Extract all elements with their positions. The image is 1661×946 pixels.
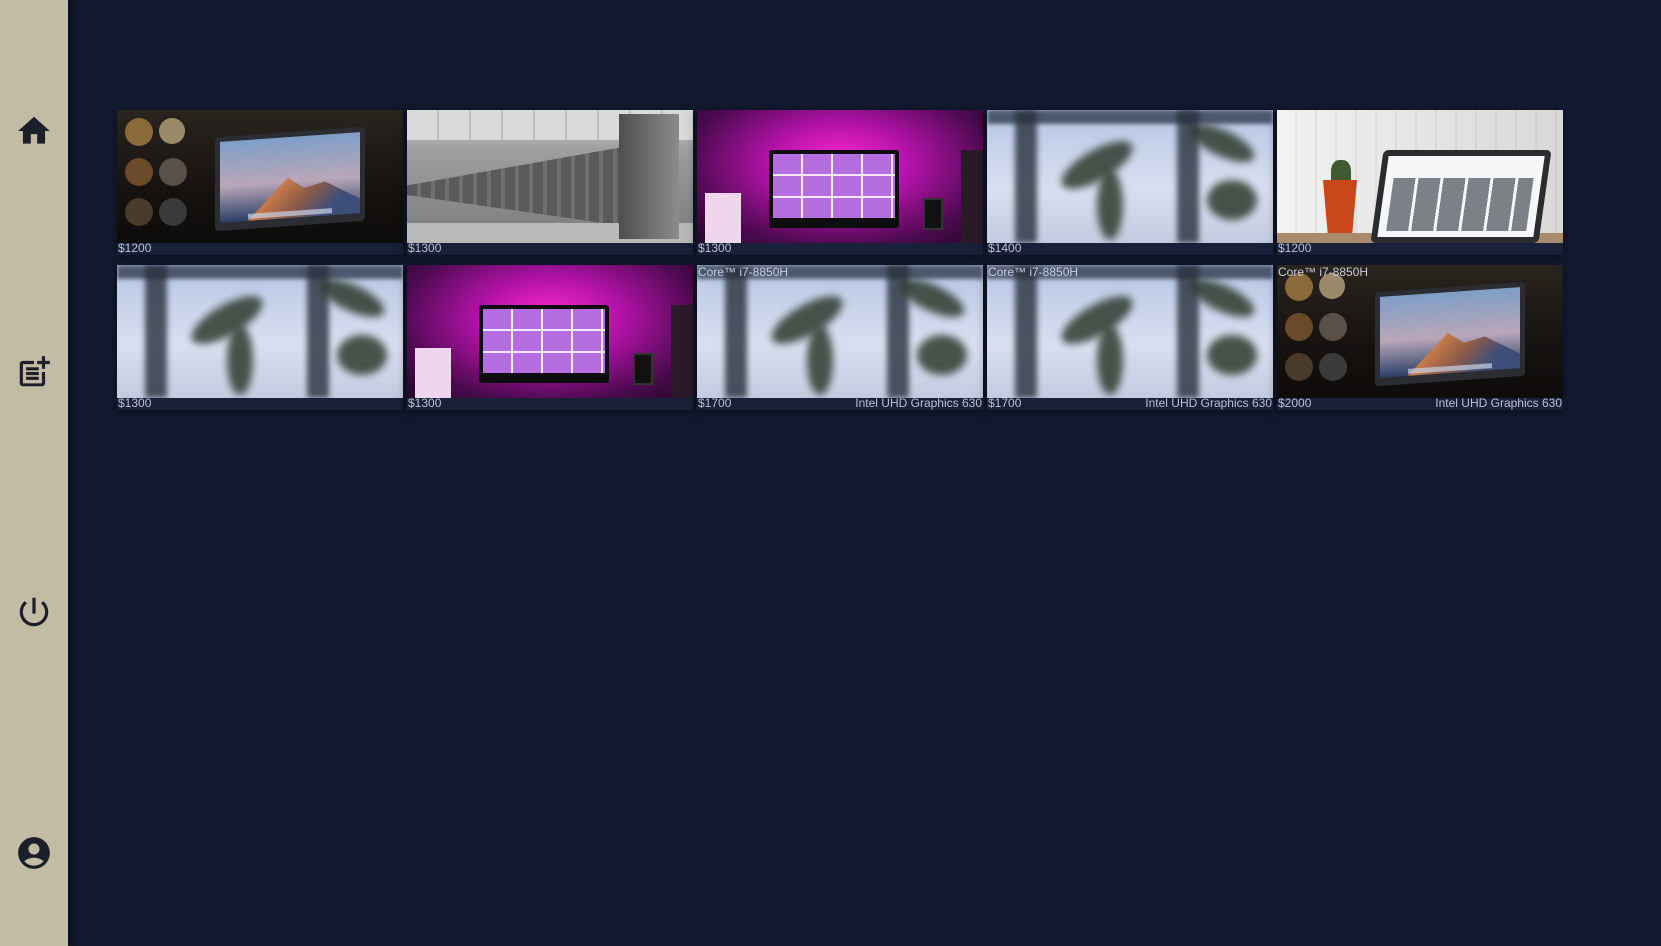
nav-account-button[interactable] xyxy=(0,823,68,883)
product-cpu: Core™ i7-8850H xyxy=(698,265,789,279)
product-cpu: Core™ i7-8850H xyxy=(988,265,1079,279)
product-price: $1700 xyxy=(698,396,732,410)
product-price: $1200 xyxy=(1278,241,1312,255)
product-price: $2000 xyxy=(1278,396,1312,410)
product-image xyxy=(407,110,693,243)
nav-home-button[interactable] xyxy=(0,101,68,161)
product-card[interactable]: $1300 xyxy=(407,265,693,410)
product-gpu: Intel UHD Graphics 630 xyxy=(1435,396,1562,410)
product-price: $1700 xyxy=(988,396,1022,410)
product-card[interactable]: Core™ i7-8850H $1700 Intel UHD Graphics … xyxy=(697,265,983,410)
product-gpu: Intel UHD Graphics 630 xyxy=(1145,396,1272,410)
product-gpu: Intel UHD Graphics 630 xyxy=(855,396,982,410)
post-add-icon xyxy=(19,356,50,387)
product-card[interactable]: $1200 xyxy=(117,110,403,255)
product-price: $1300 xyxy=(118,396,152,410)
product-card[interactable]: Core™ i7-8850H $1700 Intel UHD Graphics … xyxy=(987,265,1273,410)
account-circle-icon xyxy=(18,837,50,869)
product-price: $1300 xyxy=(408,396,442,410)
product-grid: $1200 $1300 $1300 $1400 $1200 $1300 $130… xyxy=(117,110,1563,410)
product-price: $1300 xyxy=(408,241,442,255)
product-image xyxy=(697,265,983,398)
product-image xyxy=(987,110,1273,243)
product-image xyxy=(117,265,403,398)
product-price: $1200 xyxy=(118,241,152,255)
product-price: $1400 xyxy=(988,241,1022,255)
nav-power-button[interactable] xyxy=(0,582,68,642)
product-cpu: Core™ i7-8850H xyxy=(1278,265,1369,279)
product-image xyxy=(407,265,693,398)
product-card[interactable]: $1400 xyxy=(987,110,1273,255)
product-price: $1300 xyxy=(698,241,732,255)
product-card[interactable]: $1200 xyxy=(1277,110,1563,255)
sidebar xyxy=(0,0,68,946)
product-image xyxy=(117,110,403,243)
nav-post-add-button[interactable] xyxy=(0,342,68,402)
product-card[interactable]: $1300 xyxy=(697,110,983,255)
product-image xyxy=(1277,110,1563,243)
product-image xyxy=(697,110,983,243)
product-card[interactable]: Core™ i7-8850H $2000 Intel UHD Graphics … xyxy=(1277,265,1563,410)
product-image xyxy=(1277,265,1563,398)
home-icon xyxy=(18,116,50,144)
product-card[interactable]: $1300 xyxy=(117,265,403,410)
product-image xyxy=(987,265,1273,398)
product-card[interactable]: $1300 xyxy=(407,110,693,255)
power-icon xyxy=(19,597,49,627)
